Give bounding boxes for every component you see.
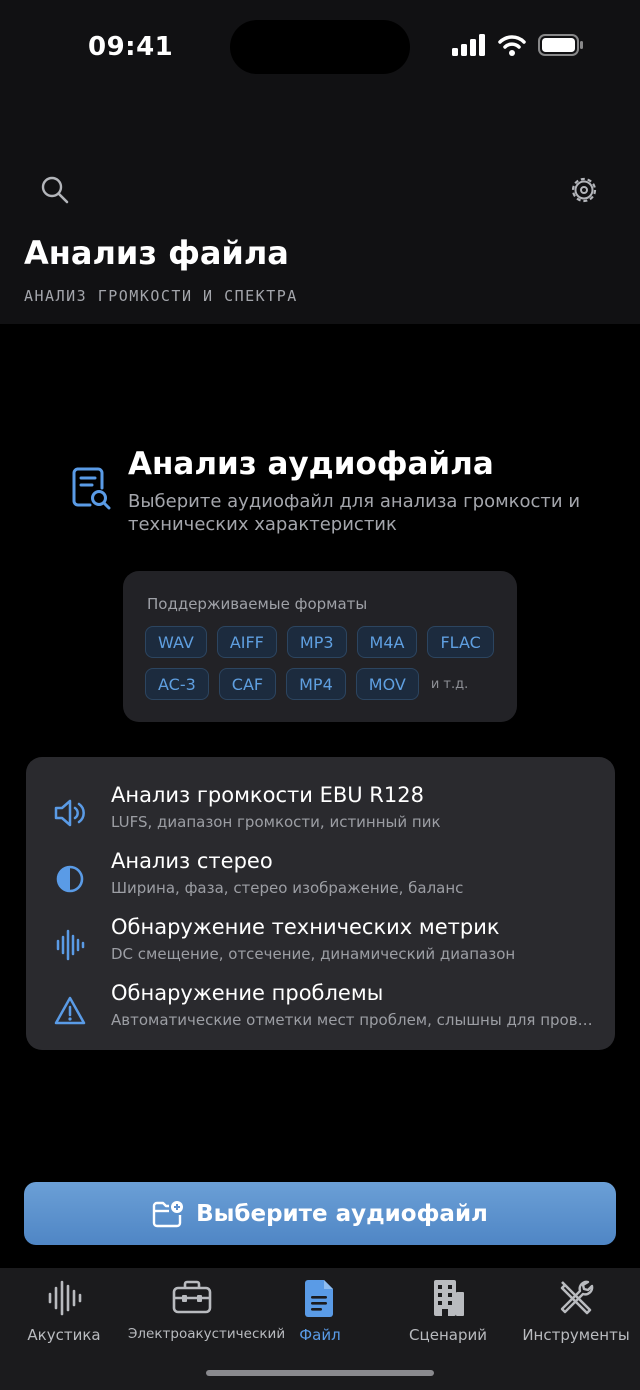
formats-row: WAV AIFF MP3 M4A FLAC (145, 626, 494, 658)
gear-icon[interactable] (567, 173, 601, 207)
format-chip: M4A (356, 626, 418, 658)
document-search-icon (72, 467, 111, 510)
page-title: Анализ файла (24, 234, 289, 272)
choose-audio-file-button[interactable]: Выберите аудиофайл (24, 1182, 616, 1245)
tab-electroacoustic[interactable]: Электроакустический (128, 1276, 286, 1356)
format-chip: WAV (145, 626, 207, 658)
format-chip: CAF (218, 668, 277, 700)
tab-file[interactable]: Файл (256, 1276, 384, 1356)
document-icon (305, 1280, 333, 1317)
feature-description: Автоматические отметки мест проблем, слы… (111, 1011, 601, 1029)
feature-title: Обнаружение проблемы (111, 981, 384, 1005)
speaker-icon (54, 799, 85, 827)
waveform-icon (48, 1280, 82, 1316)
building-icon (434, 1280, 464, 1316)
wifi-icon (498, 35, 526, 56)
tab-label: Инструменты (522, 1326, 630, 1344)
format-chip: AC-3 (145, 668, 209, 700)
feature-title: Анализ громкости EBU R128 (111, 783, 424, 807)
feature-title: Обнаружение технических метрик (111, 915, 500, 939)
feature-item: Обнаружение технических метрик DC смещен… (26, 915, 615, 975)
tab-label: Сценарий (409, 1326, 487, 1344)
warning-icon (54, 996, 86, 1025)
formats-row: AC-3 CAF MP4 MOV и т.д. (145, 668, 468, 700)
signal-icon (452, 34, 485, 56)
waveform-icon (56, 929, 85, 961)
tab-label: Файл (299, 1326, 341, 1344)
formats-title: Поддерживаемые форматы (147, 595, 368, 613)
battery-icon (538, 34, 583, 56)
toolbox-icon (172, 1280, 212, 1314)
feature-item: Анализ стерео Ширина, фаза, стерео изобр… (26, 849, 615, 909)
feature-item: Обнаружение проблемы Автоматические отме… (26, 981, 615, 1041)
format-chip: AIFF (216, 626, 277, 658)
feature-description: LUFS, диапазон громкости, истинный пик (111, 813, 441, 831)
supported-formats-card: Поддерживаемые форматы WAV AIFF MP3 M4A … (123, 571, 517, 722)
format-chip: FLAC (427, 626, 494, 658)
tab-tools[interactable]: Инструменты (512, 1276, 640, 1356)
feature-title: Анализ стерео (111, 849, 273, 873)
page-header: Анализ файла АНАЛИЗ ГРОМКОСТИ И СПЕКТРА (0, 100, 640, 324)
dynamic-island (230, 20, 410, 74)
format-chip: MP4 (286, 668, 346, 700)
tab-acoustics[interactable]: Акустика (0, 1276, 128, 1356)
page-subtitle: АНАЛИЗ ГРОМКОСТИ И СПЕКТРА (24, 287, 298, 305)
tab-label: Электроакустический (128, 1326, 286, 1342)
choose-audio-file-label: Выберите аудиофайл (196, 1200, 488, 1227)
format-chip: MOV (355, 668, 419, 700)
half-circle-icon (56, 865, 84, 893)
feature-item: Анализ громкости EBU R128 LUFS, диапазон… (26, 783, 615, 843)
feature-description: Ширина, фаза, стерео изображение, баланс (111, 879, 464, 897)
status-bar: 09:41 (0, 0, 640, 100)
folder-add-icon (152, 1200, 184, 1227)
feature-description: DC смещение, отсечение, динамический диа… (111, 945, 516, 963)
hero-title: Анализ аудиофайла (128, 446, 494, 482)
features-card: Анализ громкости EBU R128 LUFS, диапазон… (26, 757, 615, 1050)
hero-description: Выберите аудиофайл для анализа громкости… (128, 491, 581, 535)
home-indicator (206, 1370, 434, 1376)
tab-label: Акустика (27, 1326, 101, 1344)
format-chip: MP3 (286, 626, 347, 658)
tools-icon (560, 1280, 594, 1315)
tab-scenario[interactable]: Сценарий (384, 1276, 512, 1356)
status-icons (452, 34, 584, 56)
search-icon[interactable] (38, 173, 72, 207)
status-time: 09:41 (88, 32, 174, 62)
formats-etc: и т.д. (430, 676, 469, 692)
